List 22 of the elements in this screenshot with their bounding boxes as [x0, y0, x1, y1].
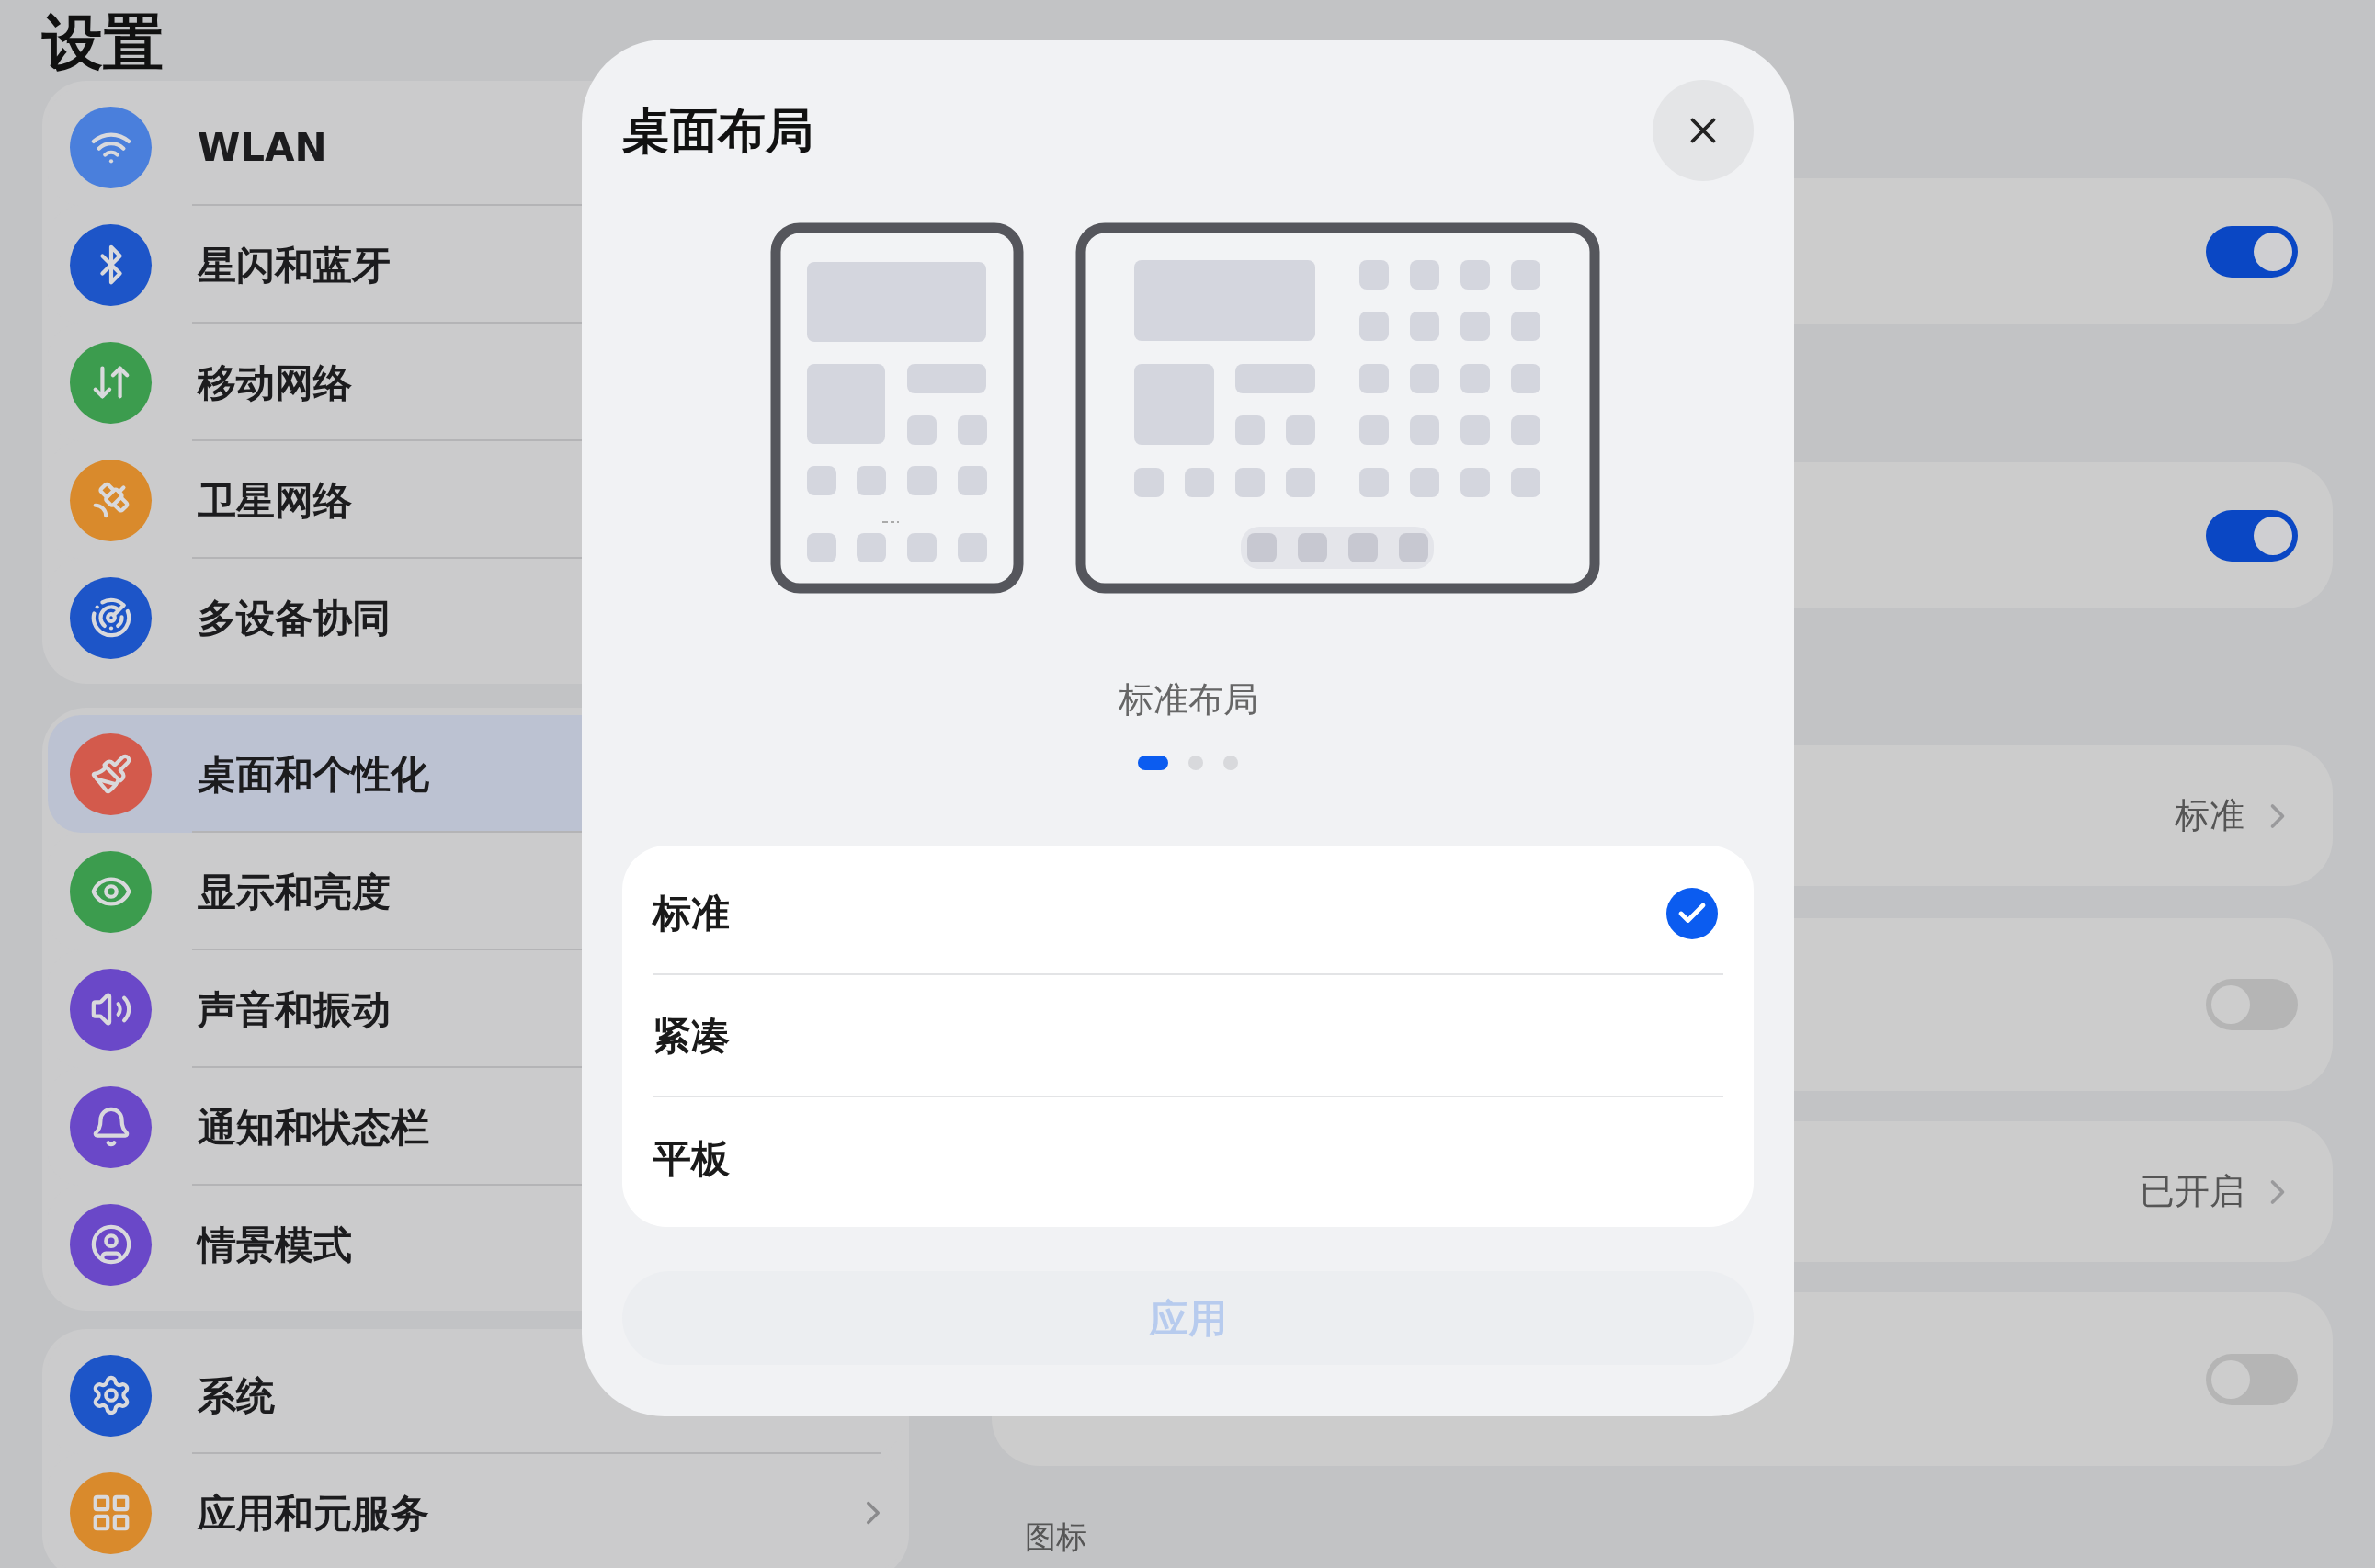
setting-value: 标准: [2175, 794, 2244, 837]
page-indicator[interactable]: [1138, 756, 1168, 770]
setting-value: 已开启: [2140, 1170, 2244, 1213]
dialog-title: 桌面布局: [622, 102, 813, 160]
sidebar-item-label: 通知和状态栏: [198, 1103, 429, 1152]
sidebar-item-label: 移动网络: [198, 358, 352, 407]
page-title: 设置: [42, 13, 165, 74]
sidebar-item-label: WLAN: [198, 123, 327, 172]
sidebar-item-label: 卫星网络: [198, 476, 352, 525]
section-label: 图标: [1025, 1521, 1088, 1552]
toggle-switch[interactable]: [2206, 979, 2298, 1030]
sidebar-item-label: 情景模式: [198, 1221, 352, 1269]
sidebar-item-label: 系统: [198, 1371, 275, 1420]
sidebar-item-label: 星闪和蓝牙: [198, 241, 391, 290]
sidebar-item-label: 多设备协同: [198, 594, 391, 642]
sidebar-item-label: 应用和元服务: [198, 1489, 429, 1538]
layout-option[interactable]: 标准: [653, 853, 1723, 975]
layout-option[interactable]: 紧凑: [653, 975, 1723, 1097]
sidebar-item-label: 声音和振动: [198, 985, 391, 1034]
layout-caption: 标准布局: [1117, 682, 1259, 717]
sidebar-item-label: 显示和亮度: [198, 868, 391, 916]
sidebar-item-label: 桌面和个性化: [198, 750, 429, 799]
